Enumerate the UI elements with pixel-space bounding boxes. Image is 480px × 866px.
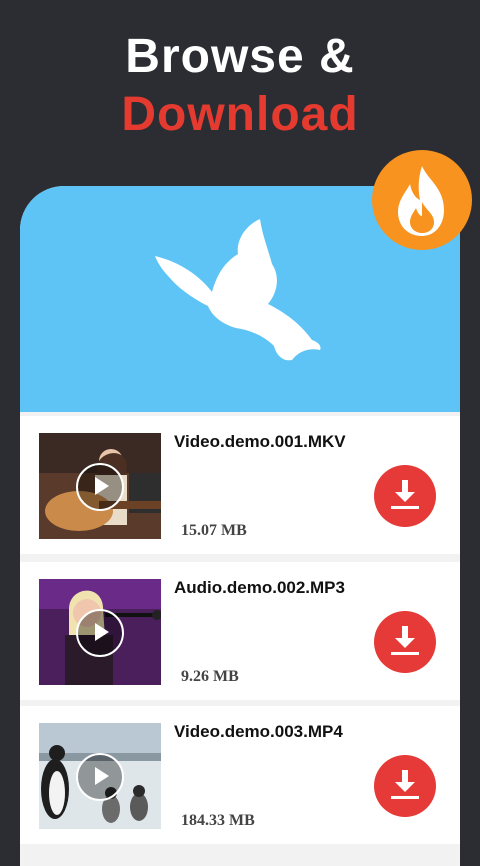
download-item-1[interactable]: Video.demo.001.MKV 15.07 MB — [20, 416, 460, 554]
play-icon[interactable] — [76, 753, 124, 801]
fire-badge — [372, 150, 472, 250]
play-icon[interactable] — [76, 609, 124, 657]
fire-icon — [398, 166, 444, 236]
file-size: 9.26 MB — [181, 668, 239, 685]
bird-icon — [155, 219, 321, 361]
download-icon — [391, 626, 419, 655]
headline: Browse & Download — [0, 28, 480, 144]
download-item-2[interactable]: Audio.demo.002.MP3 9.26 MB — [20, 562, 460, 700]
app-preview-card: Video.demo.001.MKV 15.07 MB Audio.demo.0 — [20, 186, 460, 866]
video-thumbnail[interactable] — [39, 723, 161, 829]
video-thumbnail[interactable] — [39, 433, 161, 539]
download-icon — [391, 770, 419, 799]
file-size: 15.07 MB — [181, 522, 247, 539]
audio-thumbnail[interactable] — [39, 579, 161, 685]
file-name: Video.demo.003.MP4 — [174, 722, 343, 741]
download-item-3[interactable]: Video.demo.003.MP4 184.33 MB — [20, 706, 460, 844]
file-size: 184.33 MB — [181, 812, 255, 829]
download-button[interactable] — [374, 465, 436, 527]
download-icon — [391, 480, 419, 509]
file-name: Audio.demo.002.MP3 — [174, 578, 345, 597]
headline-line-2: Download — [121, 88, 359, 141]
play-icon[interactable] — [76, 463, 124, 511]
download-button[interactable] — [374, 611, 436, 673]
download-button[interactable] — [374, 755, 436, 817]
file-name: Video.demo.001.MKV — [174, 432, 346, 451]
headline-line-1: Browse & — [125, 30, 355, 83]
